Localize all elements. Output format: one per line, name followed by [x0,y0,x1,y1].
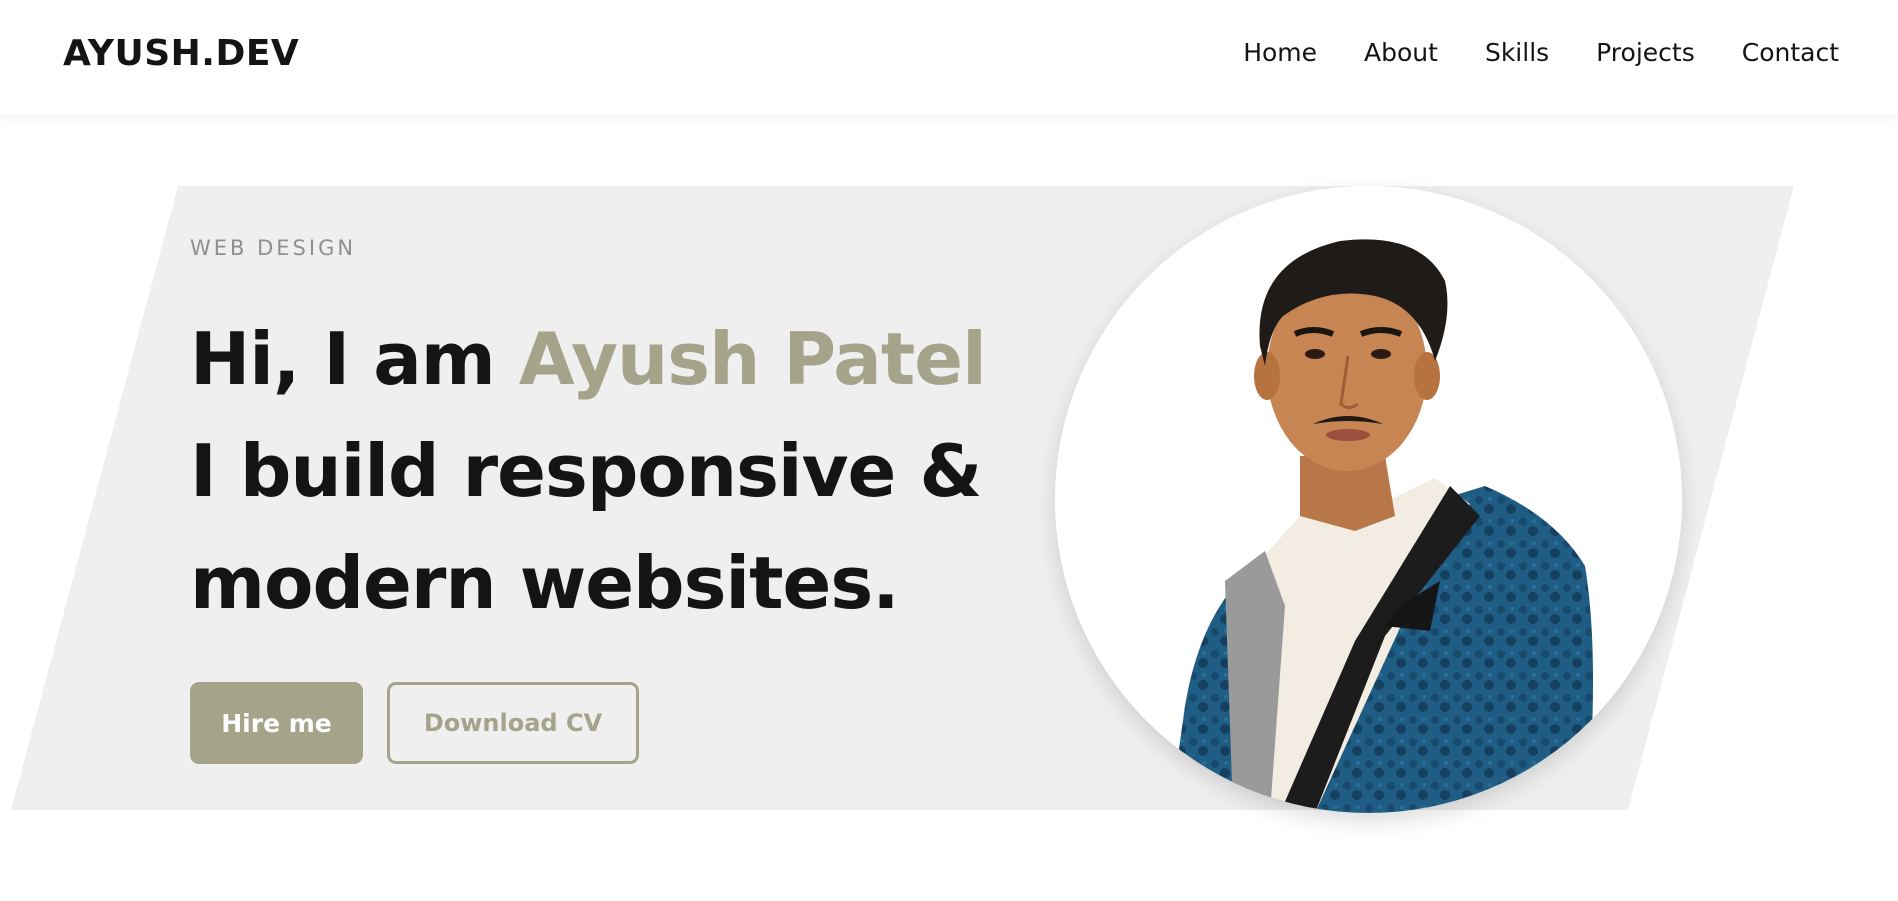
portrait-illustration [1055,186,1682,813]
greeting-text: Hi, I am [190,317,496,401]
headline-line-2: I build responsive & [190,429,982,513]
nav-about[interactable]: About [1364,38,1438,67]
hero-headline: Hi, I am Ayush Patel I build responsive … [190,303,987,639]
nav-projects[interactable]: Projects [1596,38,1695,67]
hero-name: Ayush Patel [518,317,987,401]
profile-photo [1055,186,1682,813]
headline-line-3: modern websites. [190,541,900,625]
headline-line-1: Hi, I am Ayush Patel [190,303,987,415]
nav-skills[interactable]: Skills [1485,38,1549,67]
hero-eyebrow: WEB DESIGN [190,236,357,260]
site-logo[interactable]: AYUSH.DEV [63,33,299,74]
nav-contact[interactable]: Contact [1742,38,1839,67]
download-cv-button[interactable]: Download CV [387,682,639,764]
hire-me-button[interactable]: Hire me [190,682,363,764]
nav-home[interactable]: Home [1243,38,1317,67]
site-header: AYUSH.DEV Home About Skills Projects Con… [0,0,1898,114]
main-nav: Home About Skills Projects Contact [1243,38,1839,67]
